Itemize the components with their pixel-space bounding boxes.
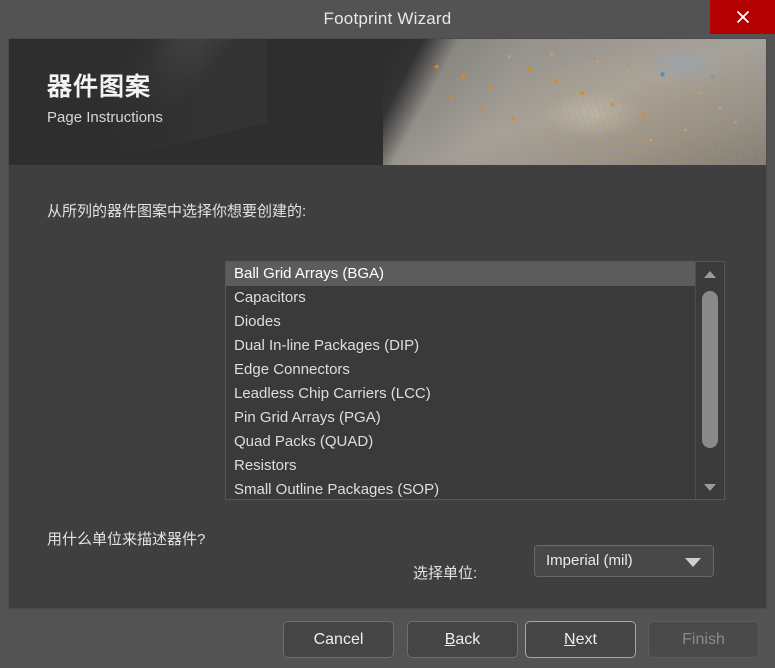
chevron-down-icon bbox=[685, 558, 701, 567]
title-bar: Footprint Wizard bbox=[0, 0, 775, 37]
listbox-scrollbar[interactable] bbox=[695, 262, 724, 499]
next-button-mnemonic: N bbox=[564, 630, 576, 648]
units-dropdown[interactable]: Imperial (mil) bbox=[534, 545, 714, 577]
banner-subtitle: Page Instructions bbox=[47, 109, 163, 126]
dialog-footer: Cancel Back Next Finish bbox=[0, 609, 775, 668]
list-item[interactable]: Edge Connectors bbox=[226, 358, 695, 382]
list-item[interactable]: Leadless Chip Carriers (LCC) bbox=[226, 382, 695, 406]
finish-button: Finish bbox=[648, 621, 759, 658]
units-select-label: 选择单位: bbox=[413, 565, 478, 582]
close-button[interactable] bbox=[710, 0, 775, 34]
back-button-label: ack bbox=[455, 630, 481, 648]
list-item[interactable]: Dual In-line Packages (DIP) bbox=[226, 334, 695, 358]
close-icon bbox=[736, 10, 749, 24]
units-prompt-label: 用什么单位来描述器件? bbox=[47, 531, 206, 548]
next-button[interactable]: Next bbox=[525, 621, 636, 658]
list-prompt-label: 从所列的器件图案中选择你想要创建的: bbox=[47, 203, 307, 220]
list-item[interactable]: Ball Grid Arrays (BGA) bbox=[226, 262, 695, 286]
list-item[interactable]: Pin Grid Arrays (PGA) bbox=[226, 406, 695, 430]
listbox-items: Ball Grid Arrays (BGA) Capacitors Diodes Du… bbox=[226, 262, 695, 499]
scrollbar-up-button[interactable] bbox=[696, 262, 724, 286]
footprint-wizard-window: Footprint Wizard 器件图案 Page Instructions … bbox=[0, 0, 775, 668]
list-item[interactable]: Resistors bbox=[226, 454, 695, 478]
cancel-button[interactable]: Cancel bbox=[283, 621, 394, 658]
dialog-body: 从所列的器件图案中选择你想要创建的: Ball Grid Arrays (BGA… bbox=[9, 165, 766, 608]
window-title: Footprint Wizard bbox=[323, 9, 452, 28]
chevron-up-icon bbox=[704, 270, 716, 278]
dialog-frame: 器件图案 Page Instructions 从所列的器件图案中选择你想要创建的… bbox=[8, 38, 767, 609]
list-item[interactable]: Small Outline Packages (SOP) bbox=[226, 478, 695, 499]
pcb-artwork-image bbox=[383, 39, 766, 165]
units-dropdown-value: Imperial (mil) bbox=[546, 552, 633, 569]
banner-title: 器件图案 bbox=[47, 73, 152, 101]
list-item[interactable]: Quad Packs (QUAD) bbox=[226, 430, 695, 454]
list-item[interactable]: Capacitors bbox=[226, 286, 695, 310]
banner-text-area: 器件图案 Page Instructions bbox=[9, 39, 409, 165]
chevron-down-icon bbox=[704, 483, 716, 491]
footprint-pattern-listbox[interactable]: Ball Grid Arrays (BGA) Capacitors Diodes Du… bbox=[225, 261, 725, 500]
list-item[interactable]: Diodes bbox=[226, 310, 695, 334]
scrollbar-thumb[interactable] bbox=[702, 291, 718, 448]
scrollbar-down-button[interactable] bbox=[696, 475, 724, 499]
wizard-banner: 器件图案 Page Instructions bbox=[9, 39, 766, 165]
next-button-label: ext bbox=[575, 630, 597, 648]
back-button[interactable]: Back bbox=[407, 621, 518, 658]
back-button-mnemonic: B bbox=[444, 630, 456, 648]
